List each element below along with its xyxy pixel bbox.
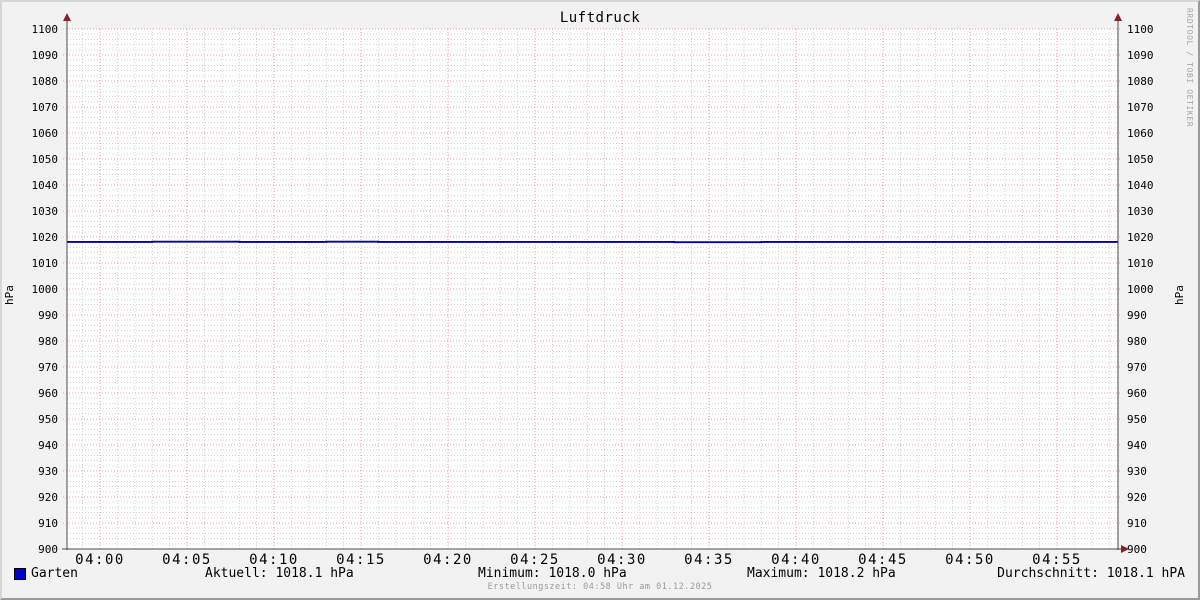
y-tick-label-left: 1050 bbox=[10, 154, 58, 165]
y-tick-label-left: 1090 bbox=[10, 50, 58, 61]
y-tick-label-left: 990 bbox=[10, 310, 58, 321]
y-tick-label-left: 1070 bbox=[10, 102, 58, 113]
y-tick-label-right: 1100 bbox=[1127, 24, 1179, 35]
stat-current: Aktuell: 1018.1 hPa bbox=[205, 566, 354, 581]
y-tick-label-left: 1040 bbox=[10, 180, 58, 191]
y-tick-label-left: 1010 bbox=[10, 258, 58, 269]
y-tick-label-left: 910 bbox=[10, 518, 58, 529]
y-tick-label-left: 960 bbox=[10, 388, 58, 399]
series-label: Garten bbox=[31, 566, 78, 581]
y-tick-label-left: 980 bbox=[10, 336, 58, 347]
y-tick-label-left: 1030 bbox=[10, 206, 58, 217]
y-tick-label-right: 1060 bbox=[1127, 128, 1179, 139]
y-tick-label-right: 950 bbox=[1127, 414, 1179, 425]
rrdtool-watermark: RRDTOOL / TOBI OETIKER bbox=[1185, 8, 1194, 127]
chart-canvas bbox=[0, 0, 1200, 600]
y-tick-label-left: 1020 bbox=[10, 232, 58, 243]
creation-timestamp: Erstellungszeit: 04:58 Uhr am 01.12.2025 bbox=[0, 582, 1200, 592]
y-tick-label-right: 980 bbox=[1127, 336, 1179, 347]
y-tick-label-right: 1010 bbox=[1127, 258, 1179, 269]
chart-title: Luftdruck bbox=[0, 10, 1200, 26]
y-tick-label-left: 920 bbox=[10, 492, 58, 503]
series-layer bbox=[67, 242, 1118, 243]
y-tick-label-right: 1080 bbox=[1127, 76, 1179, 87]
y-tick-label-right: 970 bbox=[1127, 362, 1179, 373]
y-tick-label-right: 1050 bbox=[1127, 154, 1179, 165]
y-tick-label-left: 930 bbox=[10, 466, 58, 477]
y-tick-label-right: 1090 bbox=[1127, 50, 1179, 61]
y-tick-label-right: 900 bbox=[1127, 544, 1179, 555]
y-tick-label-left: 1100 bbox=[10, 24, 58, 35]
y-tick-label-right: 910 bbox=[1127, 518, 1179, 529]
stat-maximum: Maximum: 1018.2 hPa bbox=[747, 566, 896, 581]
y-tick-label-left: 950 bbox=[10, 414, 58, 425]
y-tick-label-right: 1070 bbox=[1127, 102, 1179, 113]
x-tick-label: 04:35 bbox=[667, 553, 751, 568]
y-tick-label-right: 1040 bbox=[1127, 180, 1179, 191]
y-tick-label-right: 1030 bbox=[1127, 206, 1179, 217]
y-tick-label-right: 990 bbox=[1127, 310, 1179, 321]
pressure-line bbox=[67, 242, 1118, 243]
y-tick-label-right: 920 bbox=[1127, 492, 1179, 503]
y-tick-label-right: 1020 bbox=[1127, 232, 1179, 243]
y-tick-label-right: 940 bbox=[1127, 440, 1179, 451]
y-tick-label-right: 930 bbox=[1127, 466, 1179, 477]
y-axis-unit-right: hPa bbox=[1174, 275, 1186, 315]
series-color-swatch bbox=[14, 568, 26, 580]
y-tick-label-left: 970 bbox=[10, 362, 58, 373]
stat-minimum: Minimum: 1018.0 hPa bbox=[478, 566, 627, 581]
y-tick-label-left: 1060 bbox=[10, 128, 58, 139]
stat-average: Durchschnitt: 1018.1 hPA bbox=[997, 566, 1185, 581]
y-tick-label-left: 940 bbox=[10, 440, 58, 451]
y-tick-label-right: 1000 bbox=[1127, 284, 1179, 295]
pressure-chart: Luftdruck RRDTOOL / TOBI OETIKER hPa hPa… bbox=[0, 0, 1200, 600]
y-axis-unit-left: hPa bbox=[4, 275, 16, 315]
y-tick-label-left: 1000 bbox=[10, 284, 58, 295]
y-tick-label-left: 900 bbox=[10, 544, 58, 555]
y-tick-label-left: 1080 bbox=[10, 76, 58, 87]
y-tick-label-right: 960 bbox=[1127, 388, 1179, 399]
